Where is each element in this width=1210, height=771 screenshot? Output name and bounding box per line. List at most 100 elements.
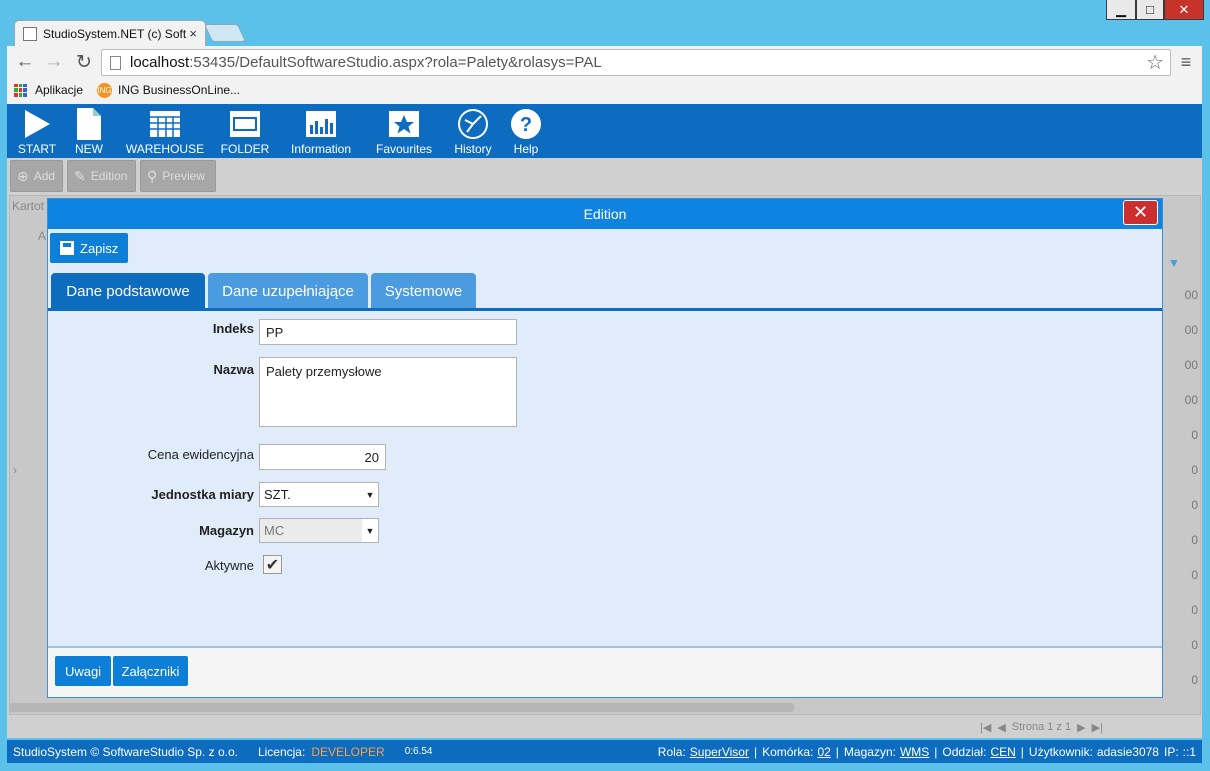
rola-link[interactable]: SuperVisor <box>690 745 749 759</box>
filter-icon[interactable]: ▼ <box>1168 256 1180 270</box>
edition-label: Edition <box>90 169 128 183</box>
row-value: 00 <box>1184 393 1198 407</box>
reload-icon[interactable]: ↻ <box>72 50 96 74</box>
star-icon <box>388 106 420 142</box>
uzytkownik-label: Użytkownik: <box>1028 744 1093 759</box>
apps-grid-icon <box>14 83 27 97</box>
magazyn-value: MC <box>264 523 285 538</box>
back-arrow-icon[interactable]: ← <box>13 50 37 74</box>
licence-value: DEVELOPER <box>311 744 385 759</box>
favourites-label: Favourites <box>375 142 433 156</box>
jednostka-label: Jednostka miary <box>151 487 254 502</box>
window-close-button[interactable]: ✕ <box>1164 0 1204 20</box>
magazyn-select[interactable]: MC ▼ <box>259 518 379 543</box>
save-button[interactable]: Zapisz <box>50 233 128 263</box>
first-page-icon[interactable]: |◀ <box>980 721 991 734</box>
nazwa-value: Palety przemysłowe <box>266 364 382 379</box>
tab-dane-uzupelniajace[interactable]: Dane uzupełniające <box>208 273 368 309</box>
warehouse-label: WAREHOUSE <box>125 142 205 156</box>
row-value: 0 <box>1191 498 1198 512</box>
bookmarks-bar: Aplikacje ING ING BusinessOnLine... <box>14 80 240 100</box>
row-value: 00 <box>1184 288 1198 302</box>
row-value: 0 <box>1191 638 1198 652</box>
history-icon <box>457 106 489 142</box>
save-label: Zapisz <box>80 240 119 256</box>
document-icon <box>76 106 102 142</box>
chevron-down-icon: ▼ <box>362 519 378 542</box>
ip-label: IP: <box>1163 744 1179 759</box>
floppy-disk-icon <box>60 241 74 255</box>
svg-text:?: ? <box>520 114 532 136</box>
horizontal-scrollbar[interactable] <box>9 703 794 712</box>
add-button[interactable]: ⊕ Add <box>10 160 63 192</box>
indeks-label: Indeks <box>212 321 254 336</box>
url-host: localhost <box>130 54 190 71</box>
rola-label: Rola: <box>657 744 686 759</box>
row-value: 00 <box>1184 323 1198 337</box>
zalaczniki-button[interactable]: Załączniki <box>113 656 188 686</box>
folder-button[interactable]: FOLDER <box>219 106 271 156</box>
browser-tab[interactable]: StudioSystem.NET (c) Soft × <box>14 20 206 46</box>
dialog-close-button[interactable]: ✕ <box>1123 200 1158 225</box>
page-favicon-icon <box>23 26 37 41</box>
licence-label: Licencja: <box>257 744 306 759</box>
jednostka-select[interactable]: SZT. ▼ <box>259 482 379 507</box>
window-icon <box>229 106 261 142</box>
last-page-icon[interactable]: ▶| <box>1092 721 1103 734</box>
magazyn-link[interactable]: WMS <box>900 745 929 759</box>
komorka-link[interactable]: 02 <box>817 745 830 759</box>
help-button[interactable]: ? Help <box>508 106 544 156</box>
information-button[interactable]: Information <box>285 106 357 156</box>
tab-close-icon[interactable]: × <box>189 26 197 41</box>
tab-systemowe[interactable]: Systemowe <box>371 273 476 309</box>
row-value: 0 <box>1191 568 1198 582</box>
warehouse-button[interactable]: WAREHOUSE <box>125 106 205 156</box>
browser-menu-icon[interactable]: ≡ <box>1178 52 1194 73</box>
session-time: 0:6.54 <box>404 746 433 757</box>
jednostka-value: SZT. <box>264 487 291 502</box>
history-button[interactable]: History <box>449 106 497 156</box>
tab-dane-podstawowe[interactable]: Dane podstawowe <box>51 273 205 309</box>
indeks-input[interactable]: PP <box>259 319 517 345</box>
oddzial-link[interactable]: CEN <box>990 745 1015 759</box>
komorka-label: Komórka: <box>762 744 814 759</box>
prev-page-icon[interactable]: ◀ <box>997 721 1005 734</box>
new-label: NEW <box>75 142 103 156</box>
cena-label: Cena ewidencyjna <box>147 447 254 462</box>
address-bar[interactable]: localhost:53435/DefaultSoftwareStudio.as… <box>101 49 1171 76</box>
cena-input[interactable]: 20 <box>259 444 386 470</box>
new-button[interactable]: NEW <box>69 106 109 156</box>
bookmark-ing[interactable]: ING BusinessOnLine... <box>118 83 240 97</box>
row-value: 0 <box>1191 603 1198 617</box>
help-label: Help <box>513 142 539 156</box>
copyright-text: StudioSystem © SoftwareStudio Sp. z o.o. <box>13 744 238 759</box>
bookmark-star-icon[interactable]: ☆ <box>1146 50 1164 75</box>
edit-icon: ✎ <box>74 167 86 184</box>
edition-button[interactable]: ✎ Edition <box>67 160 136 192</box>
plus-icon: ⊕ <box>17 167 29 184</box>
preview-button[interactable]: ⚲ Preview <box>140 160 216 192</box>
breadcrumb: Kartot <box>12 199 45 213</box>
close-icon: ✕ <box>1132 202 1149 222</box>
bookmark-apps[interactable]: Aplikacje <box>35 83 83 97</box>
row-value: 0 <box>1191 533 1198 547</box>
forward-arrow-icon[interactable]: → <box>42 50 66 74</box>
ing-lion-icon: ING <box>97 82 113 98</box>
uwagi-button[interactable]: Uwagi <box>55 656 111 686</box>
oddzial-label: Oddział: <box>942 744 987 759</box>
grid-icon <box>149 106 181 142</box>
favourites-button[interactable]: Favourites <box>372 106 436 156</box>
aktywne-checkbox[interactable]: ✔ <box>263 555 282 574</box>
start-button[interactable]: START <box>12 106 62 156</box>
column-header: A <box>38 229 47 243</box>
nazwa-textarea[interactable]: Palety przemysłowe <box>259 357 517 427</box>
magazyn-status-label: Magazyn: <box>843 744 896 759</box>
maximize-button[interactable]: □ <box>1136 0 1164 20</box>
row-value: 00 <box>1184 358 1198 372</box>
dialog-footer <box>48 648 1162 697</box>
minimize-button[interactable]: ▁ <box>1106 0 1136 20</box>
help-icon: ? <box>510 106 542 142</box>
next-page-icon[interactable]: ▶ <box>1077 721 1085 734</box>
row-expand-icon[interactable]: › <box>13 463 17 477</box>
magnifier-icon: ⚲ <box>147 167 158 184</box>
